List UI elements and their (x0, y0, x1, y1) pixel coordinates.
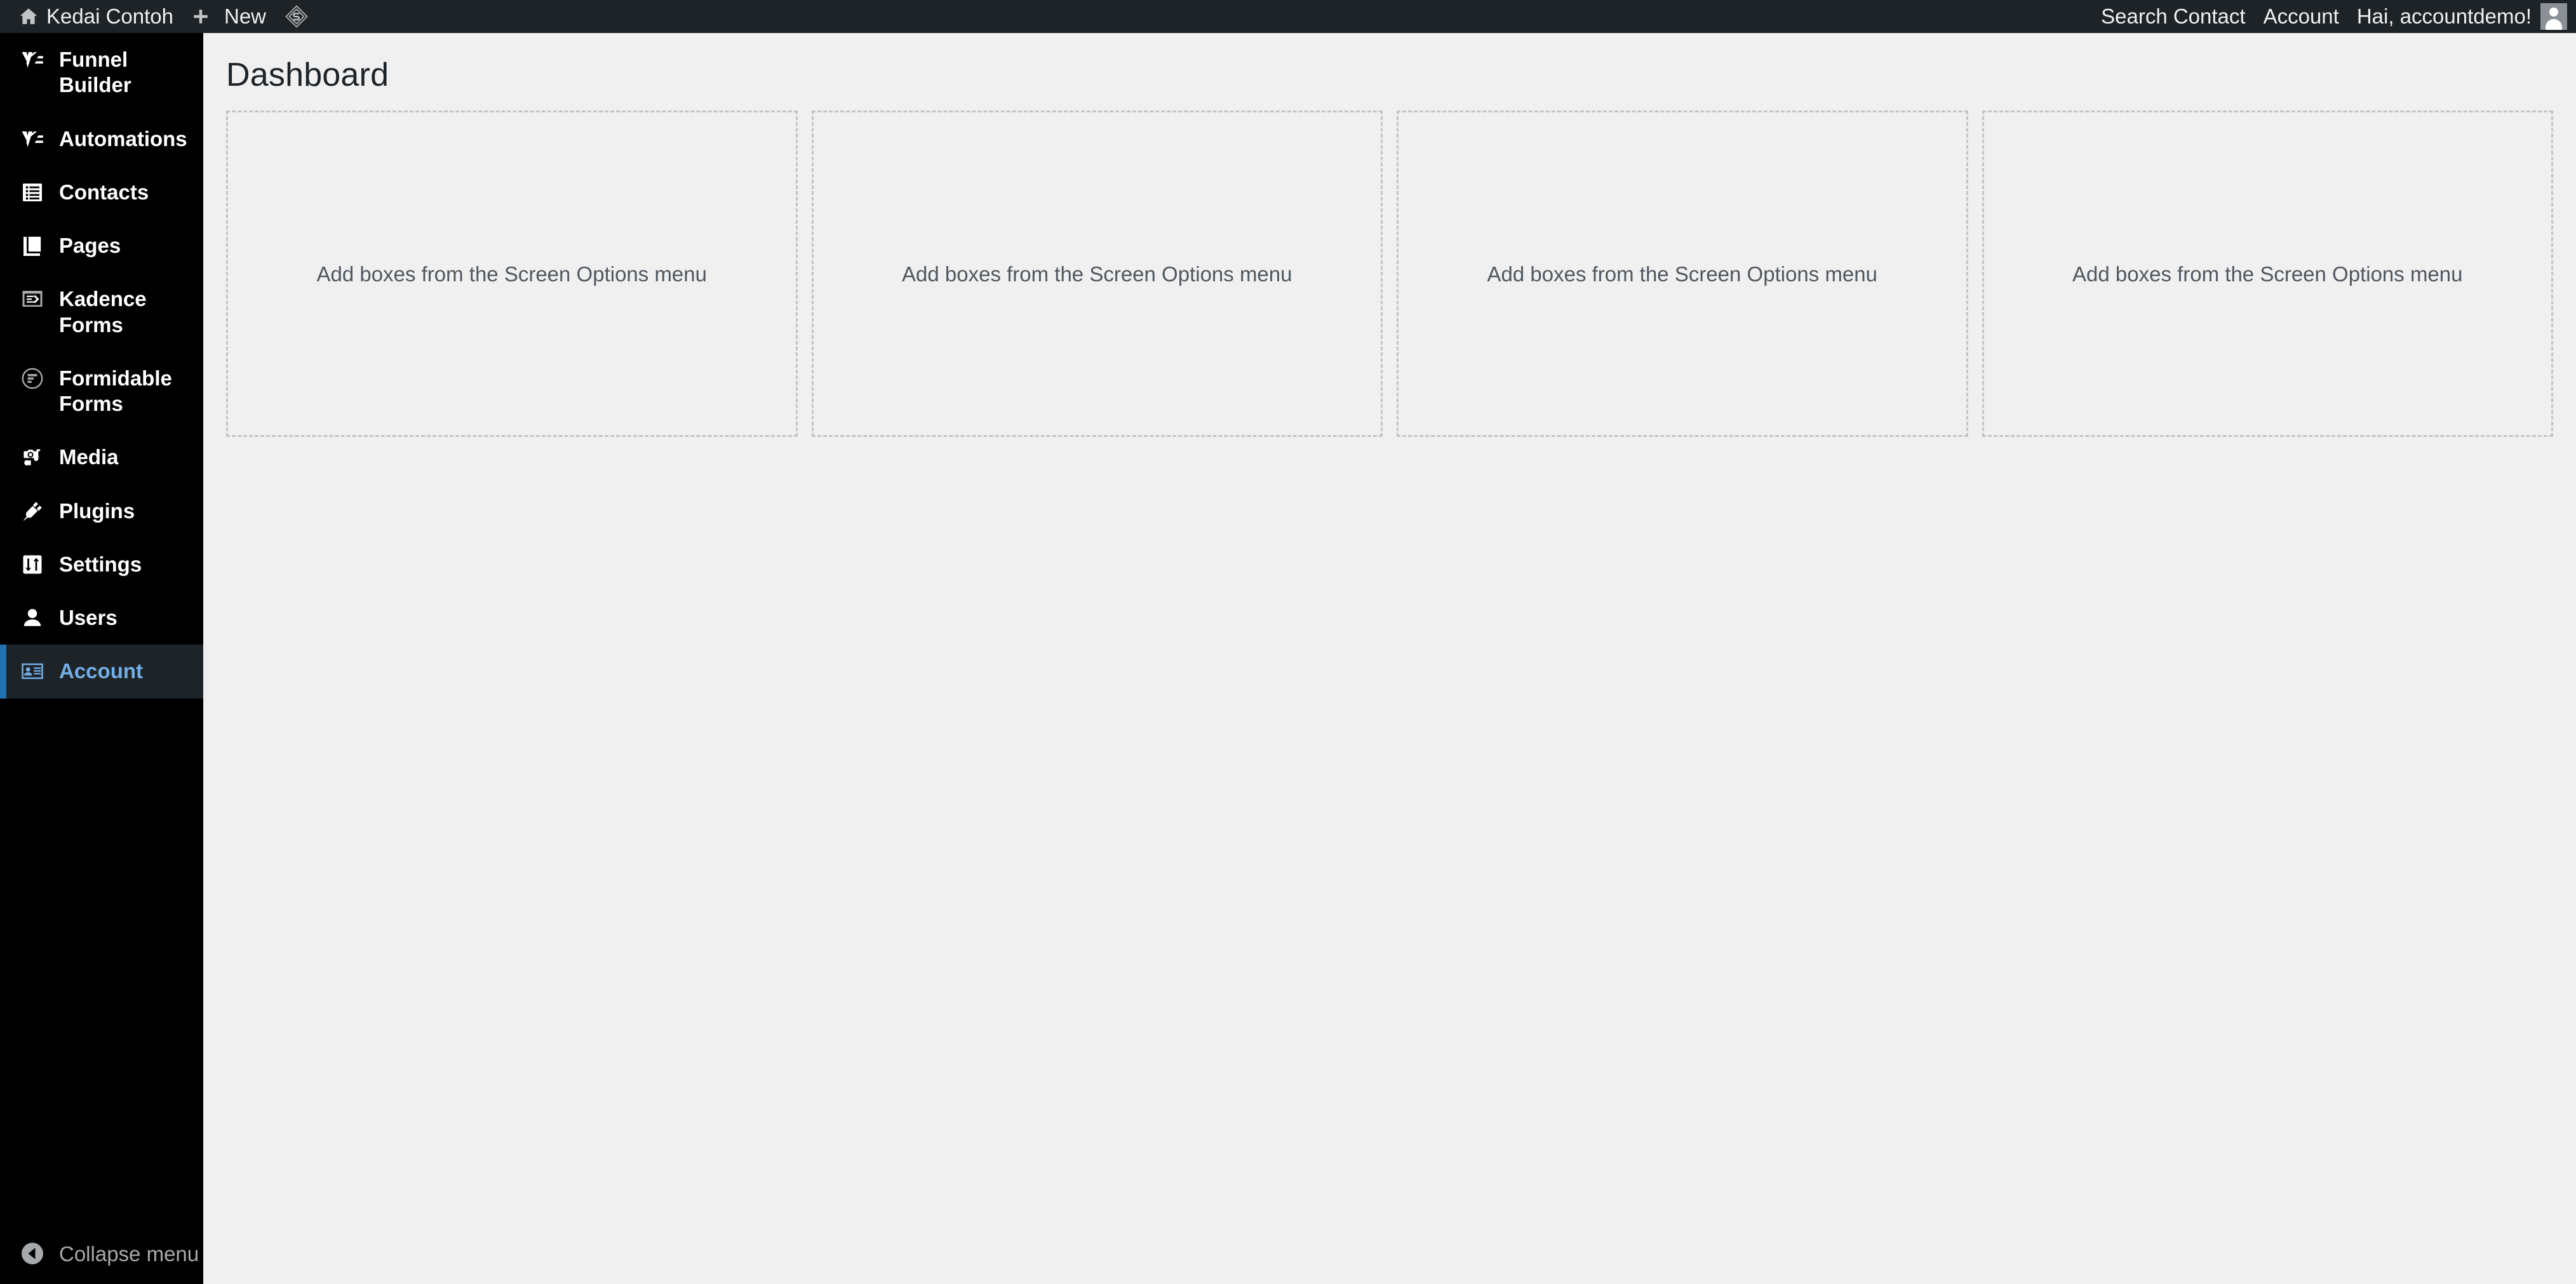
sidebar-item-label: Settings (59, 552, 142, 576)
funnel-builder-icon (16, 47, 49, 72)
sidebar-item-pages[interactable]: Pages (0, 219, 203, 272)
automations-icon (16, 126, 49, 151)
avatar (2540, 3, 2567, 30)
sidebar-item-label: Contacts (59, 180, 149, 204)
admin-bar-search-contact-label: Search Contact (2101, 4, 2246, 28)
account-card-icon (16, 659, 49, 683)
empty-placeholder-text: Add boxes from the Screen Options menu (2072, 262, 2463, 286)
admin-bar-howdy[interactable]: Hai, accountdemo! (2348, 0, 2567, 33)
admin-bar-new-content-label: New (224, 4, 267, 28)
empty-placeholder-text: Add boxes from the Screen Options menu (902, 262, 1292, 286)
sidebar-item-label: Media (59, 445, 119, 469)
empty-placeholder-text: Add boxes from the Screen Options menu (316, 262, 708, 286)
dashboard-column-3[interactable]: Add boxes from the Screen Options menu (1397, 110, 1968, 437)
kadence-forms-icon (16, 286, 49, 311)
admin-bar-plugin-badge[interactable] (275, 0, 318, 33)
sidebar-item-label: Automations (59, 126, 187, 150)
admin-bar-new-content[interactable]: New (182, 0, 275, 33)
admin-bar-search-contact[interactable]: Search Contact (2092, 0, 2254, 33)
empty-placeholder-text: Add boxes from the Screen Options menu (1487, 262, 1878, 286)
admin-bar-account[interactable]: Account (2255, 0, 2348, 33)
admin-bar-account-label: Account (2263, 4, 2339, 28)
sidebar-item-label: Kadence Forms (59, 287, 147, 337)
sidebar-item-label: Funnel Builder (59, 48, 131, 97)
media-icon (16, 445, 49, 469)
formidable-forms-icon (16, 366, 49, 391)
main-content: Dashboard Add boxes from the Screen Opti… (203, 33, 2576, 1284)
sidebar-item-label: Account (59, 659, 143, 683)
settings-icon (16, 552, 49, 577)
diamond-icon (284, 4, 309, 29)
sidebar-item-automations[interactable]: Automations (0, 112, 203, 166)
sidebar-item-kadence-forms[interactable]: Kadence Forms (0, 272, 203, 352)
admin-bar-site-name-label: Kedai Contoh (46, 4, 173, 28)
admin-bar-left-group: Kedai Contoh New (0, 0, 318, 33)
admin-sidebar-menu: Funnel Builder Automations Contacts Page… (0, 33, 203, 1284)
dashboard-column-1[interactable]: Add boxes from the Screen Options menu (226, 110, 798, 437)
sidebar-item-contacts[interactable]: Contacts (0, 166, 203, 219)
plugins-icon (16, 498, 49, 523)
sidebar-item-funnel-builder[interactable]: Funnel Builder (0, 33, 203, 112)
plus-icon (191, 7, 217, 26)
sidebar-item-plugins[interactable]: Plugins (0, 485, 203, 538)
sidebar-item-users[interactable]: Users (0, 591, 203, 645)
page-title: Dashboard (226, 57, 389, 93)
sidebar-item-label: Plugins (59, 498, 135, 523)
admin-bar-howdy-label: Hai, accountdemo! (2356, 4, 2532, 28)
sidebar-item-label: Formidable Forms (59, 366, 172, 415)
sidebar-item-settings[interactable]: Settings (0, 538, 203, 591)
contacts-icon (16, 180, 49, 204)
admin-bar-right-group: Search Contact Account Hai, accountdemo! (2092, 0, 2576, 33)
collapse-menu-button[interactable]: Collapse menu (0, 1223, 203, 1284)
admin-bar-site-name[interactable]: Kedai Contoh (9, 0, 182, 33)
sidebar-item-label: Pages (59, 234, 121, 257)
home-icon (18, 6, 39, 27)
dashboard-widget-grid: Add boxes from the Screen Options menu A… (226, 110, 2553, 437)
dashboard-column-2[interactable]: Add boxes from the Screen Options menu (811, 110, 1383, 437)
pages-icon (16, 233, 49, 258)
sidebar-item-formidable-forms[interactable]: Formidable Forms (0, 352, 203, 431)
sidebar-item-label: Users (59, 606, 117, 629)
collapse-menu-label: Collapse menu (59, 1241, 199, 1266)
admin-bar: Kedai Contoh New Search Contact Account … (0, 0, 2576, 33)
sidebar-item-media[interactable]: Media (0, 431, 203, 484)
users-icon (16, 605, 49, 630)
collapse-arrow-icon (16, 1243, 49, 1264)
dashboard-column-4[interactable]: Add boxes from the Screen Options menu (1982, 110, 2553, 437)
sidebar-item-account[interactable]: Account (0, 645, 203, 699)
